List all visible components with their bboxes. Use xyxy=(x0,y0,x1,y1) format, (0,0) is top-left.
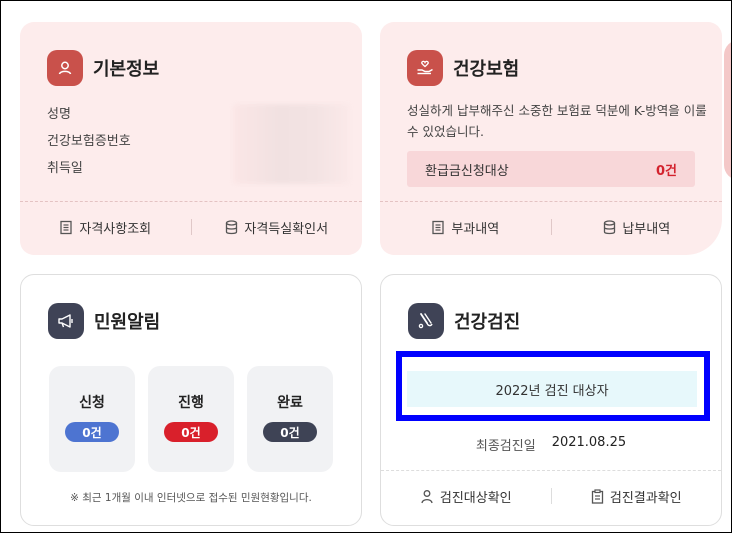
refund-target-box[interactable]: 환급금신청대상 0건 xyxy=(407,151,695,187)
refund-count: 0건 xyxy=(655,163,677,179)
document-list-icon xyxy=(432,220,444,234)
refund-label: 환급금신청대상 xyxy=(425,163,509,179)
payment-history-label: 납부내역 xyxy=(622,221,671,237)
name-label: 성명 xyxy=(47,107,71,122)
qualification-inquiry-label: 자격사항조회 xyxy=(79,221,152,237)
megaphone-icon xyxy=(48,303,84,339)
checkup-result-check-link[interactable]: 검진결과확인 xyxy=(552,487,722,506)
database-icon xyxy=(226,219,238,234)
qualification-certificate-label: 자격득실확인서 xyxy=(244,221,329,237)
insurance-title: 건강보험 xyxy=(453,59,520,80)
status-in-progress-label: 진행 xyxy=(178,395,204,411)
checkup-title: 건강검진 xyxy=(454,312,521,333)
insurance-links: 부과내역 납부내역 xyxy=(380,213,722,241)
insurance-number-label: 건강보험증번호 xyxy=(47,134,131,149)
last-exam-row: 최종검진일 2021.08.25 xyxy=(381,435,721,454)
basic-info-links: 자격사항조회 자격득실확인서 xyxy=(20,213,362,241)
civil-note: ※ 최근 1개월 이내 인터넷으로 접수된 민원현황입니다. xyxy=(70,492,312,504)
clipboard-icon xyxy=(591,488,604,504)
basic-info-card: 기본정보 성명 건강보험증번호 취득일 자격사항조회 자격득실확인서 xyxy=(20,22,362,255)
highlight-box xyxy=(396,351,710,421)
civil-header: 민원알림 xyxy=(48,303,160,339)
status-applied[interactable]: 신청 0건 xyxy=(49,366,135,472)
status-applied-label: 신청 xyxy=(79,395,105,411)
checkup-result-check-label: 검진결과확인 xyxy=(609,490,682,506)
checkup-links: 검진대상확인 검진결과확인 xyxy=(381,482,721,510)
status-in-progress[interactable]: 진행 0건 xyxy=(148,366,234,472)
civil-title: 민원알림 xyxy=(94,312,161,333)
charge-history-link[interactable]: 부과내역 xyxy=(380,218,551,237)
status-applied-count: 0건 xyxy=(65,422,119,442)
hand-heart-icon xyxy=(407,50,443,86)
status-completed-label: 완료 xyxy=(277,395,303,411)
divider xyxy=(380,201,722,202)
basic-info-rows: 성명 건강보험증번호 취득일 xyxy=(47,108,131,189)
qualification-inquiry-link[interactable]: 자격사항조회 xyxy=(20,218,191,237)
acquired-date-label: 취득일 xyxy=(47,161,83,176)
checkup-header: 건강검진 xyxy=(408,303,520,339)
checkup-target-check-link[interactable]: 검진대상확인 xyxy=(381,487,551,506)
basic-info-title: 기본정보 xyxy=(93,59,160,80)
last-exam-date: 2021.08.25 xyxy=(551,435,627,450)
payment-history-link[interactable]: 납부내역 xyxy=(552,218,723,237)
qualification-certificate-link[interactable]: 자격득실확인서 xyxy=(192,218,363,237)
database-icon xyxy=(604,219,616,234)
divider xyxy=(381,470,721,471)
last-exam-label: 최종검진일 xyxy=(475,439,536,454)
status-completed[interactable]: 완료 0건 xyxy=(247,366,333,472)
health-checkup-card: 건강검진 2022년 검진 대상자 최종검진일 2021.08.25 검진대상확… xyxy=(380,274,722,526)
stethoscope-icon xyxy=(408,303,444,339)
person-icon xyxy=(421,489,433,503)
document-list-icon xyxy=(60,220,73,234)
next-card-edge xyxy=(724,40,732,180)
charge-history-label: 부과내역 xyxy=(451,221,500,237)
blurred-personal-info xyxy=(233,104,350,184)
divider xyxy=(20,201,362,202)
insurance-header: 건강보험 xyxy=(407,50,519,86)
user-icon xyxy=(47,50,83,86)
health-insurance-card: 건강보험 성실하게 납부해주신 소중한 보험료 덕분에 K-방역을 이룰 수 있… xyxy=(380,22,722,255)
insurance-description: 성실하게 납부해주신 소중한 보험료 덕분에 K-방역을 이룰 수 있었습니다. xyxy=(407,103,707,139)
status-completed-count: 0건 xyxy=(263,422,317,442)
status-in-progress-count: 0건 xyxy=(164,422,218,442)
civil-status-row: 신청 0건 진행 0건 완료 0건 xyxy=(49,366,333,472)
civil-notification-card: 민원알림 신청 0건 진행 0건 완료 0건 ※ 최근 1개월 이내 인터넷으로… xyxy=(20,274,362,526)
basic-info-header: 기본정보 xyxy=(47,50,159,86)
checkup-target-check-label: 검진대상확인 xyxy=(439,490,512,506)
